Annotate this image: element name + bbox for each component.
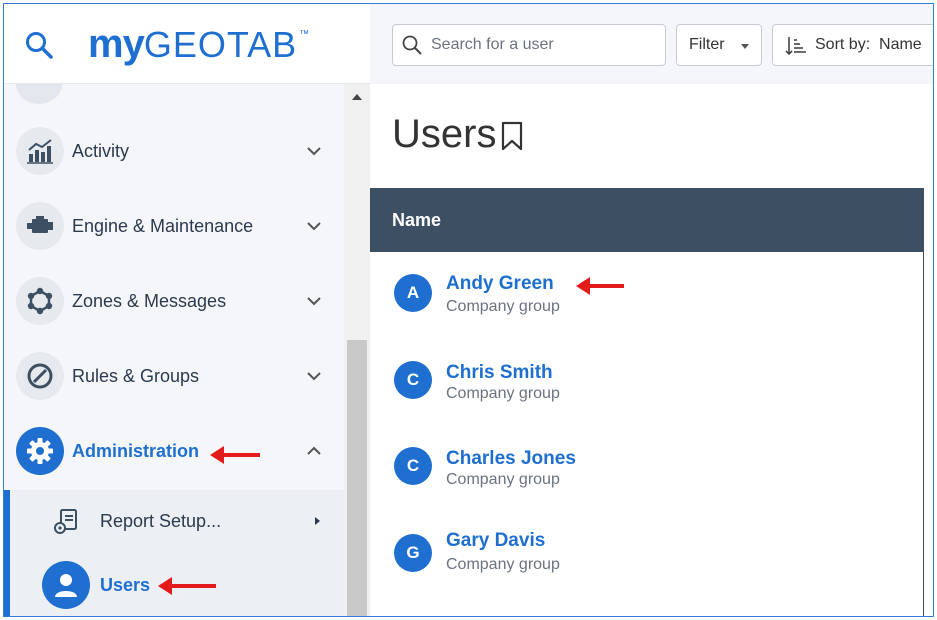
zones-icon: [16, 277, 64, 325]
user-group: Company group: [446, 385, 560, 402]
annotation-arrow: [210, 446, 260, 464]
table-row[interactable]: C Charles Jones Company group: [370, 430, 923, 500]
sidebar-item-label: Zones & Messages: [72, 290, 227, 311]
sidebar-item-label: Administration: [72, 440, 200, 461]
brand-bar: my GEOTAB ™: [4, 4, 370, 84]
rules-icon: [16, 352, 64, 400]
user-group: Company group: [446, 298, 560, 315]
table-header: Name: [370, 188, 923, 252]
column-header-name[interactable]: Name: [392, 210, 441, 231]
chevron-down-icon[interactable]: [304, 291, 324, 311]
sidebar-item-zones-messages[interactable]: Zones & Messages: [4, 264, 344, 338]
user-name-link[interactable]: Andy Green: [446, 273, 554, 295]
search-input[interactable]: [431, 33, 657, 57]
partial-nav-icon: [16, 84, 62, 104]
gear-icon: [16, 427, 64, 475]
table-row[interactable]: G Gary Davis Company group: [370, 516, 923, 586]
sidebar: my GEOTAB ™ Activity Engine & Maintenanc…: [4, 4, 370, 616]
bookmark-icon[interactable]: [500, 121, 524, 151]
sidebar-item-label: Engine & Maintenance: [72, 215, 254, 236]
filter-label: Filter: [689, 36, 725, 53]
table-row[interactable]: C Chris Smith Company group: [370, 344, 923, 414]
caret-down-icon: [741, 44, 749, 49]
chevron-down-icon[interactable]: [304, 366, 324, 386]
sidebar-subitem-label: Report Setup...: [100, 510, 222, 531]
sidebar-subitem-label: Users: [100, 574, 151, 595]
logo-my: my: [88, 22, 145, 66]
table-row[interactable]: A Andy Green Company group: [370, 258, 923, 328]
annotation-arrow: [576, 277, 624, 295]
main-panel: Filter Sort by: Name Users Name: [370, 4, 933, 616]
user-name-link[interactable]: Gary Davis: [446, 530, 545, 552]
toolbar: Filter Sort by: Name: [370, 4, 933, 84]
sidebar-item-label: Rules & Groups: [72, 365, 200, 386]
user-name-link[interactable]: Charles Jones: [446, 448, 576, 470]
user-name-link[interactable]: Chris Smith: [446, 362, 553, 384]
sort-button[interactable]: Sort by: Name: [772, 24, 933, 66]
sidebar-item-label: Activity: [72, 140, 130, 161]
search-box[interactable]: [392, 24, 666, 66]
chevron-down-icon[interactable]: [304, 216, 324, 236]
activity-chart-icon: [16, 127, 64, 175]
active-indicator-bar: [4, 490, 10, 552]
logo-geotab: GEOTAB: [143, 24, 298, 65]
active-indicator-bar: [4, 552, 10, 616]
user-avatar: C: [394, 361, 432, 399]
annotation-arrow: [158, 577, 216, 595]
filter-button[interactable]: Filter: [676, 24, 762, 66]
scroll-up-icon[interactable]: [352, 94, 362, 100]
report-setup-icon: [54, 509, 77, 534]
sort-label: Sort by: Name: [815, 36, 922, 53]
user-avatar: G: [394, 534, 432, 572]
sidebar-subitem-report-setup[interactable]: Report Setup...: [4, 490, 344, 552]
chevron-up-icon[interactable]: [304, 441, 324, 461]
page-title: Users: [392, 112, 497, 156]
user-group: Company group: [446, 471, 560, 488]
caret-right-icon[interactable]: [315, 517, 320, 525]
search-icon: [402, 35, 422, 55]
user-icon: [42, 561, 90, 609]
sidebar-item-activity[interactable]: Activity: [4, 114, 344, 188]
engine-icon: [16, 202, 64, 250]
sidebar-item-administration[interactable]: Administration: [4, 414, 344, 488]
table-divider: [923, 188, 924, 616]
app-window: my GEOTAB ™ Activity Engine & Maintenanc…: [3, 3, 934, 617]
logo-trademark: ™: [299, 29, 310, 40]
user-avatar: A: [394, 274, 432, 312]
chevron-down-icon[interactable]: [304, 141, 324, 161]
scroll-thumb[interactable]: [347, 340, 367, 616]
sidebar-scrollbar[interactable]: [344, 84, 370, 616]
geotab-logo[interactable]: my GEOTAB ™: [88, 22, 309, 66]
sidebar-nav: Activity Engine & Maintenance Zones & Me…: [4, 84, 344, 616]
sidebar-item-engine-maintenance[interactable]: Engine & Maintenance: [4, 189, 344, 263]
sidebar-item-rules-groups[interactable]: Rules & Groups: [4, 339, 344, 413]
search-icon[interactable]: [24, 30, 54, 60]
sort-icon: [785, 37, 806, 56]
user-group: Company group: [446, 556, 560, 573]
user-avatar: C: [394, 447, 432, 485]
